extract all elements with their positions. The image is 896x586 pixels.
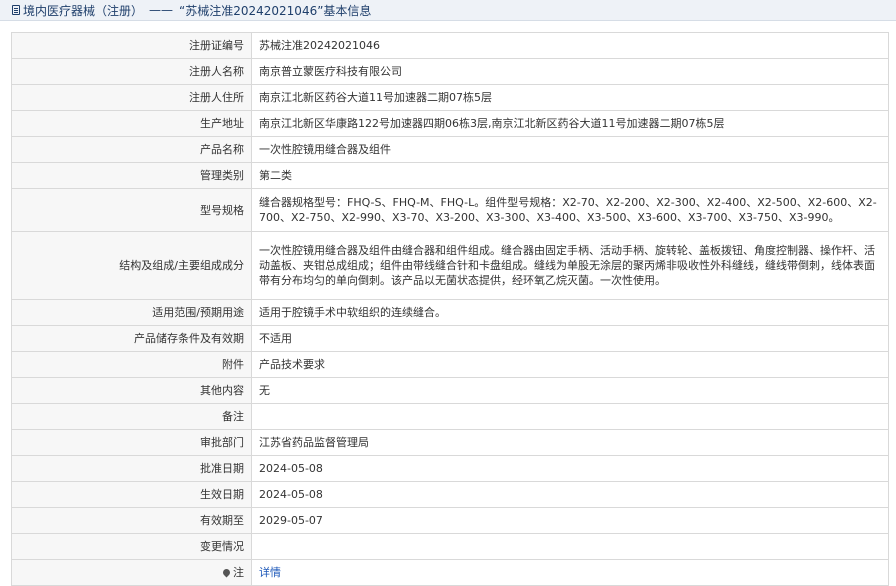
row-value-approval-dept: 江苏省药品监督管理局 (251, 429, 889, 456)
row-value-registration-number: 苏械注准20242021046 (251, 32, 889, 59)
header-separator: —— (149, 3, 174, 17)
row-value-remarks (251, 403, 889, 430)
details-link[interactable]: 详情 (259, 566, 281, 579)
row-value-intended-use: 适用于腔镜手术中软组织的连续缝合。 (251, 299, 889, 326)
row-label-note: 注 (11, 559, 252, 586)
row-value-note: 详情 (251, 559, 889, 586)
table-row: 产品名称 一次性腔镜用缝合器及组件 (11, 136, 889, 163)
row-value-storage: 不适用 (251, 325, 889, 352)
row-value-structure: 一次性腔镜用缝合器及组件由缝合器和组件组成。缝合器由固定手柄、活动手柄、旋转轮、… (251, 231, 889, 300)
table-row: 产品储存条件及有效期 不适用 (11, 325, 889, 352)
header-title: “苏械注准20242021046”基本信息 (179, 3, 372, 18)
row-value-expiry-date: 2029-05-07 (251, 507, 889, 534)
row-label-other: 其他内容 (11, 377, 252, 404)
table-row: 适用范围/预期用途 适用于腔镜手术中软组织的连续缝合。 (11, 299, 889, 326)
row-value-registrant-name: 南京普立蒙医疗科技有限公司 (251, 58, 889, 85)
table-row: 注册人名称 南京普立蒙医疗科技有限公司 (11, 58, 889, 85)
row-label-intended-use: 适用范围/预期用途 (11, 299, 252, 326)
row-label-attachment: 附件 (11, 351, 252, 378)
table-row: 生产地址 南京江北新区华康路122号加速器四期06栋3层,南京江北新区药谷大道1… (11, 110, 889, 137)
table-row: 注 详情 (11, 559, 889, 586)
table-row: 其他内容 无 (11, 377, 889, 404)
row-label-structure: 结构及组成/主要组成成分 (11, 231, 252, 300)
table-row: 变更情况 (11, 533, 889, 560)
row-label-product-name: 产品名称 (11, 136, 252, 163)
row-label-remarks: 备注 (11, 403, 252, 430)
row-label-model-spec: 型号规格 (11, 188, 252, 232)
row-label-storage: 产品储存条件及有效期 (11, 325, 252, 352)
row-value-model-spec: 缝合器规格型号：FHQ-S、FHQ-M、FHQ-L。组件型号规格：X2-70、X… (251, 188, 889, 232)
table-row: 批准日期 2024-05-08 (11, 455, 889, 482)
table-row: 注册证编号 苏械注准20242021046 (11, 32, 889, 59)
table-row: 备注 (11, 403, 889, 430)
note-label: 注 (233, 566, 244, 579)
table-row: 管理类别 第二类 (11, 162, 889, 189)
detail-table: 注册证编号 苏械注准20242021046 注册人名称 南京普立蒙医疗科技有限公… (11, 32, 889, 586)
row-value-attachment: 产品技术要求 (251, 351, 889, 378)
row-label-registrant-address: 注册人住所 (11, 84, 252, 111)
row-label-expiry-date: 有效期至 (11, 507, 252, 534)
row-value-approval-date: 2024-05-08 (251, 455, 889, 482)
table-row: 附件 产品技术要求 (11, 351, 889, 378)
table-row: 注册人住所 南京江北新区药谷大道11号加速器二期07栋5层 (11, 84, 889, 111)
row-value-effective-date: 2024-05-08 (251, 481, 889, 508)
table-row: 生效日期 2024-05-08 (11, 481, 889, 508)
row-label-effective-date: 生效日期 (11, 481, 252, 508)
row-label-production-address: 生产地址 (11, 110, 252, 137)
table-row: 型号规格 缝合器规格型号：FHQ-S、FHQ-M、FHQ-L。组件型号规格：X2… (11, 188, 889, 232)
row-label-management-class: 管理类别 (11, 162, 252, 189)
row-value-other: 无 (251, 377, 889, 404)
row-value-product-name: 一次性腔镜用缝合器及组件 (251, 136, 889, 163)
row-value-registrant-address: 南京江北新区药谷大道11号加速器二期07栋5层 (251, 84, 889, 111)
page-header: 境内医疗器械（注册） —— “苏械注准20242021046”基本信息 (0, 0, 896, 21)
document-icon (12, 5, 20, 15)
table-row: 审批部门 江苏省药品监督管理局 (11, 429, 889, 456)
row-label-changes: 变更情况 (11, 533, 252, 560)
row-label-approval-date: 批准日期 (11, 455, 252, 482)
row-label-approval-dept: 审批部门 (11, 429, 252, 456)
row-value-changes (251, 533, 889, 560)
row-value-management-class: 第二类 (251, 162, 889, 189)
header-section: 境内医疗器械（注册） (23, 3, 144, 18)
row-value-production-address: 南京江北新区华康路122号加速器四期06栋3层,南京江北新区药谷大道11号加速器… (251, 110, 889, 137)
pin-icon (221, 567, 232, 578)
row-label-registration-number: 注册证编号 (11, 32, 252, 59)
table-row: 结构及组成/主要组成成分 一次性腔镜用缝合器及组件由缝合器和组件组成。缝合器由固… (11, 231, 889, 300)
table-row: 有效期至 2029-05-07 (11, 507, 889, 534)
row-label-registrant-name: 注册人名称 (11, 58, 252, 85)
